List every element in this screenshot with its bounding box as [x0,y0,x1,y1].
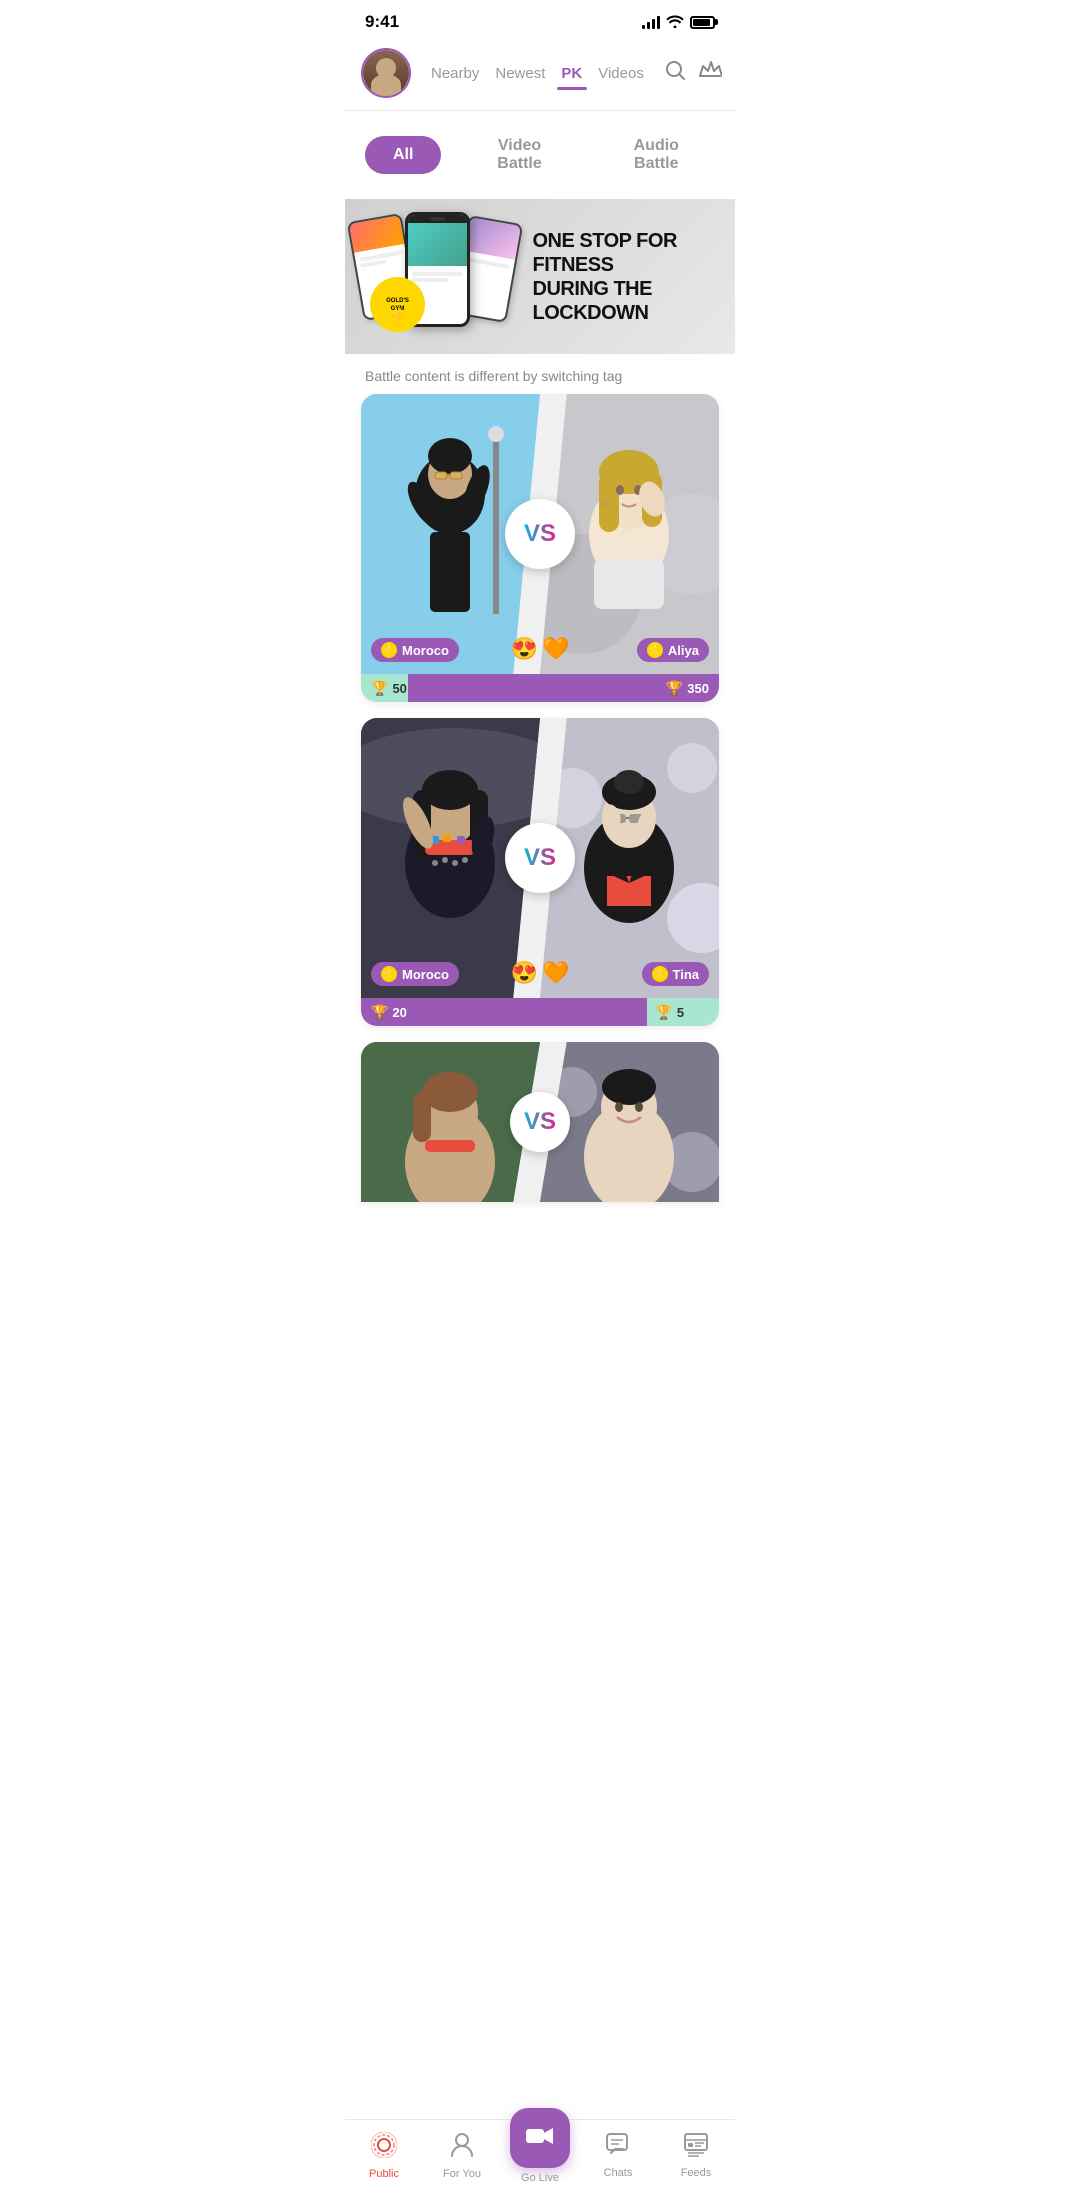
battle-images-2: ⭐ Moroco [361,718,719,998]
tab-go-live[interactable]: Go Live [510,2128,570,2184]
vs-text: VS [524,520,556,548]
battle-emojis-1: 😍 🧡 [511,636,570,662]
svg-text:GOLD'S: GOLD'S [386,298,409,304]
crown-icon[interactable] [698,60,722,86]
svg-text:⚡: ⚡ [389,307,406,324]
filter-tabs: All Video Battle Audio Battle [345,111,735,199]
scroll-content: GOLD'S GYM ⚡ ONE STOP FOR FITNESS DURING… [345,199,735,1292]
public-label: Public [369,2168,399,2180]
gym-logo: GOLD'S GYM ⚡ [370,277,425,332]
tab-feeds[interactable]: Feeds [666,2133,726,2179]
banner-text: ONE STOP FOR FITNESS DURING THE LOCKDOWN [521,229,736,325]
badge-icon-2: ⭐ [381,966,397,982]
nav-newest[interactable]: Newest [487,61,553,86]
header: Nearby Newest PK Videos [345,40,735,110]
progress-left-1: 🏆 50 [361,674,408,702]
header-icons [664,59,722,87]
feeds-icon [684,2133,708,2163]
go-live-label: Go Live [521,2172,559,2184]
badge-icon: ⭐ [381,642,397,658]
progress-right-2: 🏆 5 [647,998,719,1026]
banner-phones: GOLD'S GYM ⚡ [345,199,521,354]
status-time: 9:41 [365,12,399,32]
battery-icon [690,16,715,29]
user-badge-left-1: ⭐ Moroco [371,638,459,662]
battle-emojis-2: 😍 🧡 [511,960,570,986]
for-you-icon [450,2132,474,2164]
tab-public[interactable]: Public [354,2132,414,2180]
vs-badge-1: VS [505,499,575,569]
status-icons [642,14,715,31]
badge-icon-right: ⭐ [647,642,663,658]
chats-icon [606,2133,630,2163]
go-live-icon [526,2123,554,2154]
vs-text-3: VS [524,1108,556,1136]
tab-chats[interactable]: Chats [588,2133,648,2179]
wifi-icon [666,14,684,31]
battle-info: Battle content is different by switching… [345,354,735,394]
banner-title: ONE STOP FOR FITNESS DURING THE LOCKDOWN [533,229,724,325]
nav-videos[interactable]: Videos [590,61,652,86]
feeds-label: Feeds [681,2167,712,2179]
nav-items: Nearby Newest PK Videos [423,61,652,86]
chats-label: Chats [604,2167,633,2179]
battle-images-1: ⭐ Moroco [361,394,719,674]
status-bar: 9:41 [345,0,735,40]
nav-pk[interactable]: PK [553,61,590,86]
battle-card-3[interactable]: VS [361,1042,719,1202]
user-badge-left-2: ⭐ Moroco [371,962,459,986]
badge-icon-right-2: ⭐ [652,966,668,982]
promo-banner[interactable]: GOLD'S GYM ⚡ ONE STOP FOR FITNESS DURING… [345,199,735,354]
bottom-nav: Public For You Go Live [345,2119,735,2200]
battle-images-3: VS [361,1042,719,1202]
vs-badge-3: VS [510,1092,570,1152]
battle-progress-2: 🏆 20 🏆 5 [361,998,719,1026]
battle-progress-1: 🏆 50 🏆 350 [361,674,719,702]
user-badge-right-1: ⭐ Aliya [637,638,709,662]
go-live-button[interactable] [510,2108,570,2168]
battle-card-2[interactable]: ⭐ Moroco [361,718,719,1026]
public-icon [371,2132,397,2164]
search-icon[interactable] [664,59,686,87]
progress-right-1: 🏆 350 [408,674,719,702]
signal-icon [642,15,660,29]
filter-all[interactable]: All [365,136,441,174]
nav-nearby[interactable]: Nearby [423,61,487,86]
progress-left-2: 🏆 20 [361,998,647,1026]
avatar[interactable] [361,48,411,98]
filter-video-battle[interactable]: Video Battle [461,127,577,183]
for-you-label: For You [443,2168,481,2180]
battle-card-1[interactable]: ⭐ Moroco [361,394,719,702]
tab-for-you[interactable]: For You [432,2132,492,2180]
filter-audio-battle[interactable]: Audio Battle [598,127,715,183]
vs-text-2: VS [524,844,556,872]
user-badge-right-2: ⭐ Tina [642,962,710,986]
vs-badge-2: VS [505,823,575,893]
